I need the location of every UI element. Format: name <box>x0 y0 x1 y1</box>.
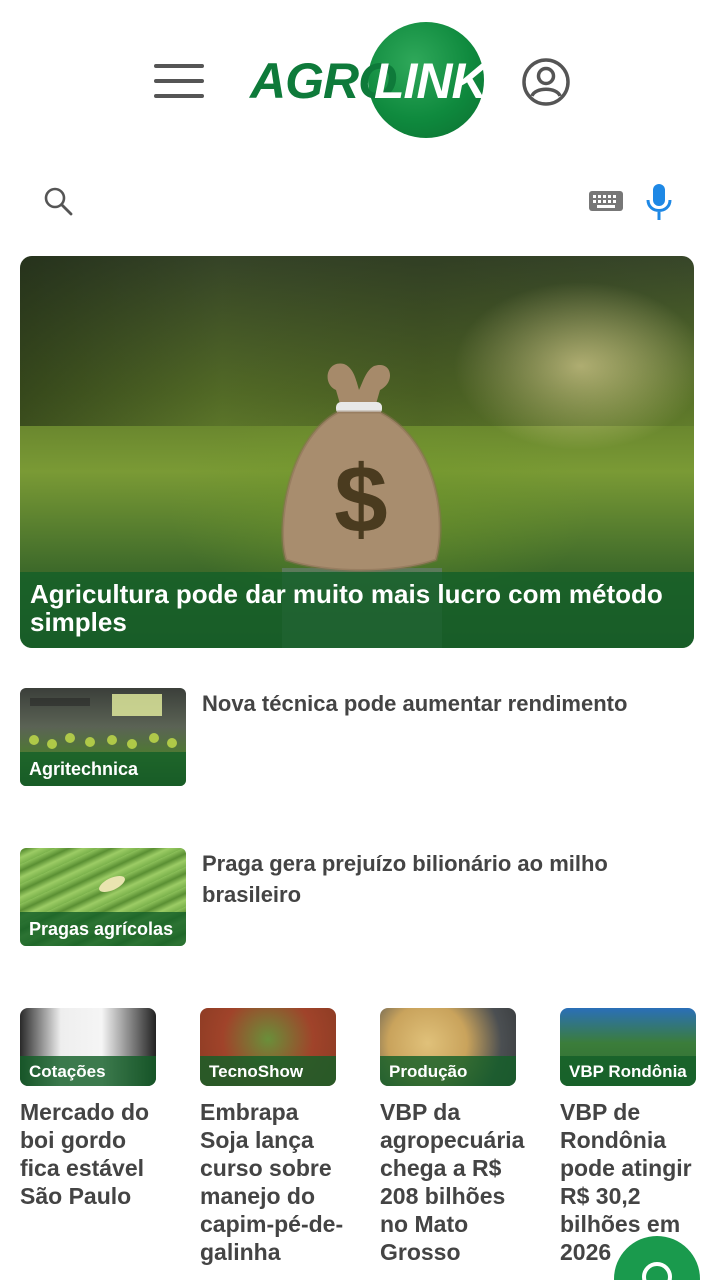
logo-text-link: LINK <box>374 53 488 109</box>
list-item-tag: Agritechnica <box>20 752 186 786</box>
news-card-title[interactable]: Mercado do boi gordo fica estável São Pa… <box>20 1098 170 1210</box>
search-icon[interactable] <box>42 185 74 217</box>
user-account-icon[interactable] <box>521 57 571 107</box>
hero-caption: Agricultura pode dar muito mais lucro co… <box>20 572 694 648</box>
list-item[interactable]: Pragas agrícolas Praga gera prejuízo bil… <box>20 848 700 946</box>
app-header: AGRO LINK <box>0 0 720 160</box>
list-item-title[interactable]: Nova técnica pode aumentar rendimento <box>202 688 692 719</box>
news-card-tag: Produção <box>380 1056 516 1086</box>
hamburger-menu-icon[interactable] <box>154 64 204 98</box>
news-card-thumbnail: VBP Rondônia <box>560 1008 696 1086</box>
hero-article[interactable]: $ Agricultura pode dar muito mais lucro … <box>20 256 694 648</box>
list-item[interactable]: Agritechnica Nova técnica pode aumentar … <box>20 688 700 786</box>
news-card-title[interactable]: Embrapa Soja lança curso sobre manejo do… <box>200 1098 350 1266</box>
agrolink-logo[interactable]: AGRO LINK <box>250 22 488 140</box>
search-bar <box>20 168 700 234</box>
chat-icon <box>642 1262 672 1280</box>
list-item-title[interactable]: Praga gera prejuízo bilionário ao milho … <box>202 848 692 910</box>
list-item-tag: Pragas agrícolas <box>20 912 186 946</box>
list-item-thumbnail: Agritechnica <box>20 688 186 786</box>
news-card-thumbnail: Cotações <box>20 1008 156 1086</box>
news-card-tag: TecnoShow <box>200 1056 336 1086</box>
news-card-tag: Cotações <box>20 1056 156 1086</box>
money-bag-image: $ <box>281 363 442 572</box>
microphone-icon[interactable] <box>646 182 672 222</box>
list-item-thumbnail: Pragas agrícolas <box>20 848 186 946</box>
news-card-tag: VBP Rondônia <box>560 1056 696 1086</box>
news-card-title[interactable]: VBP da agropecuária chega a R$ 208 bilhõ… <box>380 1098 530 1266</box>
keyboard-icon[interactable] <box>588 188 624 214</box>
news-card-thumbnail: TecnoShow <box>200 1008 336 1086</box>
svg-text:$: $ <box>334 446 387 553</box>
news-card-thumbnail: Produção <box>380 1008 516 1086</box>
search-input[interactable] <box>90 180 570 222</box>
hero-title[interactable]: Agricultura pode dar muito mais lucro co… <box>30 580 684 636</box>
